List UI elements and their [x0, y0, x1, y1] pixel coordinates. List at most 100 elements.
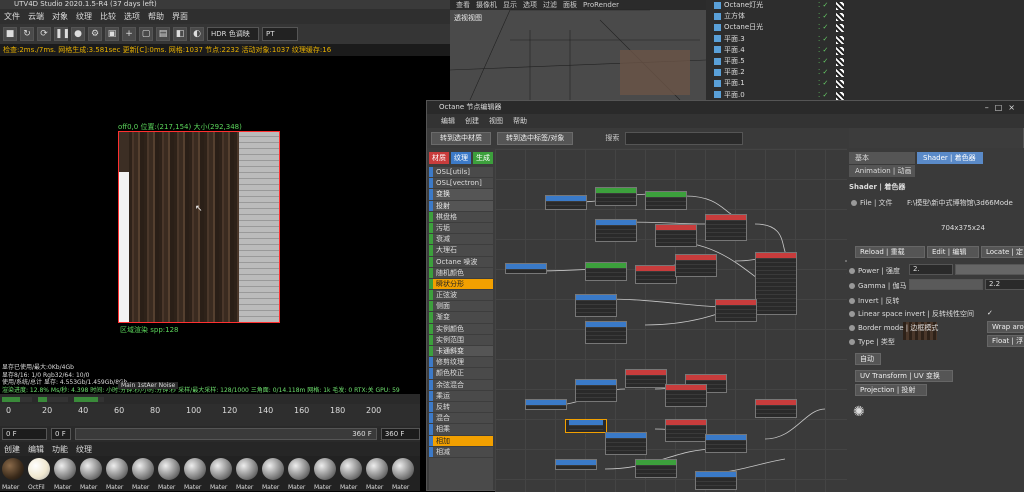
tab-animation[interactable]: Animation | 动画	[849, 165, 915, 177]
node-list-item[interactable]: 衰减	[429, 234, 493, 246]
graph-node[interactable]	[705, 434, 747, 453]
node-port[interactable]	[576, 312, 616, 316]
node-list-item[interactable]: 变换	[429, 189, 493, 201]
visibility-check-icon[interactable]: ⁚ ✓	[818, 90, 828, 101]
material-tag-icon[interactable]	[836, 69, 844, 78]
node-menu-item[interactable]: 创建	[465, 116, 479, 126]
gamma-input[interactable]: 2.2	[985, 279, 1024, 290]
node-list-item[interactable]: 卡通斜变	[429, 346, 493, 358]
graph-node[interactable]	[665, 384, 707, 407]
material-swatch[interactable]: Mater	[288, 458, 312, 491]
node-list-item[interactable]: 棋盘格	[429, 211, 493, 223]
material-swatch[interactable]: Mater	[158, 458, 182, 491]
node-list-item[interactable]: Octane 噪波	[429, 256, 493, 268]
menu-item[interactable]: 对象	[52, 11, 68, 22]
node-list-item[interactable]: 乘运	[429, 390, 493, 402]
stop-icon[interactable]: ■	[3, 27, 17, 41]
window-controls[interactable]: –□×	[985, 101, 1021, 114]
material-tag-icon[interactable]	[836, 35, 844, 44]
node-list-item[interactable]: OSL[utils]	[429, 167, 493, 179]
refresh-icon[interactable]: ↻	[20, 27, 34, 41]
node-menu-item[interactable]: 编辑	[441, 116, 455, 126]
material-tag-icon[interactable]	[836, 24, 844, 33]
node-list-item[interactable]: 污垢	[429, 222, 493, 235]
graph-node[interactable]	[715, 299, 757, 322]
node-list-item[interactable]: 瞬状分形	[429, 278, 493, 291]
material-tag-icon[interactable]	[836, 80, 844, 89]
graph-node[interactable]	[755, 252, 797, 315]
material-tag-icon[interactable]	[836, 13, 844, 22]
graph-node[interactable]	[635, 265, 677, 284]
material-menu-item[interactable]: 创建	[4, 444, 20, 455]
node-port[interactable]	[716, 317, 756, 321]
material-swatch[interactable]: Mater	[392, 458, 416, 491]
node-list-item[interactable]: 实例范围	[429, 334, 493, 346]
material-menu-item[interactable]: 编辑	[28, 444, 44, 455]
material-swatch[interactable]: Mater	[106, 458, 130, 491]
node-port[interactable]	[576, 397, 616, 401]
timeline-ruler[interactable]: 0 20 40 60 80 100 120 140 160 180 200	[0, 404, 420, 426]
clay-icon[interactable]: ◐	[190, 27, 204, 41]
node-list-item[interactable]: 随机颜色	[429, 267, 493, 279]
node-list-item[interactable]: 实例颜色	[429, 323, 493, 335]
reload-button[interactable]: Reload | 重载	[855, 246, 925, 258]
node-list-item[interactable]: 反转	[429, 401, 493, 414]
material-swatch[interactable]: Mater	[236, 458, 260, 491]
object-row[interactable]: 平面.4 ⁚ ✓	[706, 45, 1024, 57]
graph-node[interactable]	[505, 263, 547, 274]
frame-current-input[interactable]: 0 F	[51, 428, 71, 440]
material-swatch[interactable]: Mater	[262, 458, 286, 491]
menu-item[interactable]: 云端	[28, 11, 44, 22]
node-port[interactable]	[666, 437, 706, 441]
node-port[interactable]	[606, 450, 646, 454]
material-tag-icon[interactable]	[836, 91, 844, 100]
node-list-item[interactable]: 正弦波	[429, 290, 493, 302]
node-port[interactable]	[596, 201, 636, 205]
refresh-alt-icon[interactable]: ⟳	[37, 27, 51, 41]
region-icon[interactable]: +	[122, 27, 136, 41]
frame-start-input[interactable]: 0 F	[2, 428, 48, 440]
graph-node[interactable]	[605, 432, 647, 455]
object-row[interactable]: 平面.5 ⁚ ✓	[706, 56, 1024, 68]
graph-node[interactable]	[525, 399, 567, 410]
object-row[interactable]: 平面.3 ⁚ ✓	[706, 34, 1024, 46]
node-port[interactable]	[506, 269, 546, 273]
locate-button[interactable]: Locate | 定	[981, 246, 1024, 258]
node-port[interactable]	[696, 485, 736, 489]
graph-node[interactable]	[665, 419, 707, 442]
node-list-item[interactable]: 混合	[429, 413, 493, 425]
graph-node[interactable]	[595, 219, 637, 242]
category-tab[interactable]: 生成	[473, 152, 493, 164]
node-list-item[interactable]: 相减	[429, 446, 493, 458]
save-icon[interactable]: ▤	[156, 27, 170, 41]
auto-button[interactable]: 自动	[855, 353, 881, 365]
node-port[interactable]	[586, 339, 626, 343]
graph-node[interactable]	[585, 321, 627, 344]
visibility-check-icon[interactable]: ⁚ ✓	[818, 22, 828, 33]
material-swatch[interactable]: Mater	[314, 458, 338, 491]
object-row[interactable]: 立方体 ⁚ ✓	[706, 11, 1024, 23]
visibility-check-icon[interactable]: ⁚ ✓	[818, 67, 828, 78]
graph-node[interactable]	[555, 459, 597, 470]
graph-node[interactable]	[705, 214, 747, 241]
goto-tag-button[interactable]: 转到选中标签/对象	[497, 131, 574, 145]
node-port[interactable]	[706, 448, 746, 452]
graph-node[interactable]	[575, 294, 617, 317]
node-port[interactable]	[646, 205, 686, 209]
visibility-check-icon[interactable]: ⁚ ✓	[818, 0, 828, 11]
linear-invert-checkbox[interactable]: ✓	[987, 309, 993, 317]
camera-icon[interactable]: ◧	[173, 27, 187, 41]
material-swatch[interactable]: Mater	[54, 458, 78, 491]
menu-item[interactable]: 文件	[4, 11, 20, 22]
node-list-item[interactable]: 余弦混合	[429, 379, 493, 391]
graph-node[interactable]	[645, 191, 687, 210]
material-swatch[interactable]: Mater	[366, 458, 390, 491]
node-port[interactable]	[626, 383, 666, 387]
node-menu-item[interactable]: 帮助	[513, 116, 527, 126]
settings-icon[interactable]: ⚙	[88, 27, 102, 41]
graph-node[interactable]	[585, 262, 627, 281]
tab-basic[interactable]: 基本	[849, 152, 915, 164]
material-tag-icon[interactable]	[836, 58, 844, 66]
node-list-item[interactable]: 投射	[429, 200, 493, 212]
node-port[interactable]	[526, 405, 566, 409]
